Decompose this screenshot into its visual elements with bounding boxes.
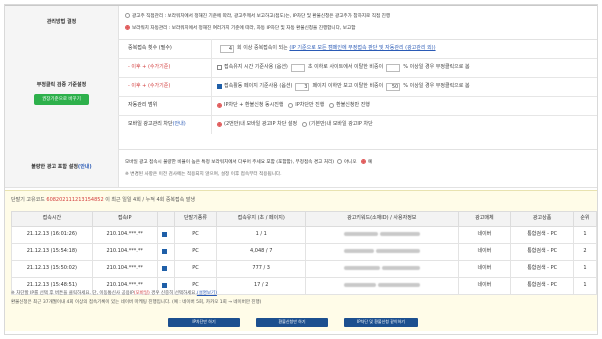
duplicate-count-row: 중복접속 횟수 (필수) 4 회 이상 중복접속이 되는 (IP 기준으로 모든… bbox=[118, 39, 597, 59]
radio-icon[interactable] bbox=[288, 103, 294, 108]
page-percent-input[interactable]: 50 bbox=[386, 82, 401, 91]
duplicate-detail-panel: 단말기 고유코드 608202111213154852 이 최근 일일 4회 /… bbox=[5, 190, 597, 331]
col-rank: 순위 bbox=[573, 211, 597, 227]
access-log-table: 접속시간 접속IP 단말기종류 접속유지 (초 / 페이지) 광고키워드(소재I… bbox=[11, 211, 597, 295]
ip-block-only-button[interactable]: IP차단만 하기 bbox=[168, 318, 240, 327]
keyword-redacted bbox=[305, 243, 459, 261]
radio-icon[interactable] bbox=[329, 103, 335, 108]
keyword-redacted bbox=[305, 260, 459, 278]
mobile-block-row: 모바일 광고관리 차단 (안내) (2번만)내 모바일 광고IP 차단 설정 (기… bbox=[118, 115, 597, 134]
keyword-redacted bbox=[305, 277, 459, 295]
table-row: 21.12.13 (15:50:02) 210.104.***.** PC 77… bbox=[11, 260, 597, 278]
page-activity-checkbox[interactable] bbox=[217, 84, 222, 89]
page-activity-value: 접속활동 페이지 기준사용 (옵션) 3 페이지 이하만 보고 이탈한 비중이 … bbox=[212, 77, 597, 96]
method-row: 관리방법 결정 광고주 직접관리 : 보라워치에서 정해진 기준에 따라, 광고… bbox=[5, 6, 597, 40]
stay-time-value: 접속유지 시간 기준사용 (옵션) 초 이하로 사이트에서 이탈한 비중이 % … bbox=[212, 58, 597, 77]
col-ip: 접속IP bbox=[91, 211, 158, 227]
duplicate-count-value: 4 회 이상 중복접속이 되는 (IP 기준으로 모든 캠페인에 부정접속 판단… bbox=[212, 39, 597, 58]
refund-only-button[interactable]: 환불신청만 하기 bbox=[256, 318, 328, 327]
row-select-checkbox[interactable] bbox=[162, 282, 168, 288]
page-activity-row: - 이후 + (수가기준) 접속활동 페이지 기준사용 (옵션) 3 페이지 이… bbox=[118, 77, 597, 97]
row-select-checkbox[interactable] bbox=[162, 265, 168, 271]
invalid-yes-option[interactable]: 예 bbox=[368, 160, 372, 165]
settings-panel: 관리방법 결정 광고주 직접관리 : 보라워치에서 정해진 기준에 따라, 광고… bbox=[5, 5, 597, 188]
scope-both-option[interactable]: IP차단 + 환불신청 동시진행 bbox=[224, 102, 283, 109]
radio-selected-icon[interactable] bbox=[361, 159, 367, 164]
col-check bbox=[156, 211, 175, 227]
fraud-config-row: 부정클릭 검증 기준설정 권장기준으로 바꾸기 중복접속 횟수 (필수) 4 회… bbox=[5, 39, 597, 150]
col-time: 접속시간 bbox=[11, 211, 93, 227]
col-stay: 접속유지 (초 / 페이지) bbox=[216, 211, 307, 227]
radio-icon[interactable] bbox=[336, 159, 342, 164]
stay-time-checkbox[interactable] bbox=[217, 65, 222, 70]
fraud-config-label: 부정클릭 검증 기준설정 권장기준으로 바꾸기 bbox=[5, 39, 119, 149]
detail-title: 단말기 고유코드 608202111213154852 이 최근 일일 4회 /… bbox=[11, 197, 196, 203]
invalid-ad-row: 불량한 광고 포함 설정(안내) 모바일 광고 접속시 불량한 비율이 높은 특… bbox=[5, 149, 597, 188]
explain-link[interactable]: (설명보기) bbox=[197, 291, 217, 296]
mobile-block-label: 모바일 광고관리 차단 (안내) bbox=[118, 115, 212, 134]
ip-block-note: ※ 차단할 IP를 선택 후 버튼을 클릭하세요. 단, 이동통신사 공용IP(… bbox=[11, 291, 217, 296]
table-row: 21.12.13 (16:01:26) 210.104.***.** PC 1 … bbox=[11, 226, 597, 244]
refund-note: 환불신청은 최근 37개월이내 4회 이상의 접속기록이 있는 네이버 마케팅 … bbox=[11, 300, 262, 305]
radio-icon[interactable] bbox=[125, 13, 130, 18]
col-keyword: 광고키워드(소재ID) / 사용자정보 bbox=[305, 211, 459, 227]
stay-seconds-input[interactable] bbox=[290, 63, 305, 72]
radio-icon[interactable] bbox=[301, 122, 307, 127]
recommended-settings-button[interactable]: 권장기준으로 바꾸기 bbox=[34, 94, 89, 106]
invalid-ad-label: 불량한 광고 포함 설정(안내) bbox=[5, 149, 119, 187]
device-code: 608202111213154852 bbox=[46, 197, 104, 203]
mobile-guide-link[interactable]: (안내) bbox=[173, 121, 186, 128]
invalid-ad-note: ※ 변경된 사항은 이전 검사에는 적용되지 않으며, 설정 이후 접속부터 적… bbox=[125, 172, 282, 177]
auto-scope-row: 자동관리 범위 IP차단 + 환불신청 동시진행 IP차단만 진행 환불신청만 … bbox=[118, 96, 597, 116]
mobile-block-options: (2번만)내 모바일 광고IP 차단 설정 (기본만)내 모바일 광고IP 차단 bbox=[212, 115, 597, 134]
radio-selected-icon[interactable] bbox=[217, 122, 222, 127]
scope-ip-option[interactable]: IP차단만 진행 bbox=[295, 102, 324, 109]
page-activity-label: - 이후 + (수가기준) bbox=[118, 77, 212, 96]
col-media: 광고매체 bbox=[457, 211, 512, 227]
stay-time-label: - 이후 + (수가기준) bbox=[118, 58, 212, 77]
keyword-redacted bbox=[305, 226, 459, 244]
col-product: 광고상품 bbox=[510, 211, 574, 227]
method-label: 관리방법 결정 bbox=[5, 6, 119, 39]
method-option-auto[interactable]: 보라워치 자동관리 : 보라워치에서 정해진 여러가지 기준에 따라, 자동 I… bbox=[125, 25, 355, 31]
stay-percent-input[interactable] bbox=[386, 63, 401, 72]
duplicate-count-label: 중복접속 횟수 (필수) bbox=[118, 39, 212, 58]
invalid-no-option[interactable]: 아니오 bbox=[344, 160, 357, 165]
ip-block-and-refund-button[interactable]: IP차단 및 환불신청 같이하기 bbox=[344, 318, 418, 327]
table-row: 21.12.13 (15:54:18) 210.104.***.** PC 4,… bbox=[11, 243, 597, 261]
duplicate-count-input[interactable]: 4 bbox=[220, 44, 234, 53]
col-device: 단말기종류 bbox=[173, 211, 218, 227]
invalid-ad-text: 모바일 광고 접속시 불량한 비율이 높은 특정 보라워치에서 다루어 주세요 … bbox=[125, 159, 373, 165]
scope-refund-option[interactable]: 환불신청만 진행 bbox=[336, 102, 370, 109]
auto-scope-options: IP차단 + 환불신청 동시진행 IP차단만 진행 환불신청만 진행 bbox=[212, 96, 597, 115]
ip-criteria-link[interactable]: (IP 기준으로 모든 캠페인에 부정접속 판단 및 자동관리 (광고관리 외)… bbox=[289, 45, 435, 52]
radio-selected-icon[interactable] bbox=[125, 25, 130, 30]
auto-scope-label: 자동관리 범위 bbox=[118, 96, 212, 115]
page-count-input[interactable]: 3 bbox=[295, 82, 310, 91]
mobile-option-1[interactable]: (2번만)내 모바일 광고IP 차단 설정 bbox=[224, 121, 297, 128]
mobile-option-2[interactable]: (기본만)내 모바일 광고IP 차단 bbox=[309, 121, 373, 128]
method-option-direct[interactable]: 광고주 직접관리 : 보라워치에서 정해진 기준에 따라, 광고주께서 보고하고… bbox=[125, 13, 390, 19]
row-select-checkbox[interactable] bbox=[162, 231, 168, 237]
radio-selected-icon[interactable] bbox=[217, 103, 222, 108]
row-select-checkbox[interactable] bbox=[162, 248, 168, 254]
invalid-guide-link[interactable]: (안내) bbox=[78, 164, 92, 170]
stay-time-row: - 이후 + (수가기준) 접속유지 시간 기준사용 (옵션) 초 이하로 사이… bbox=[118, 58, 597, 78]
